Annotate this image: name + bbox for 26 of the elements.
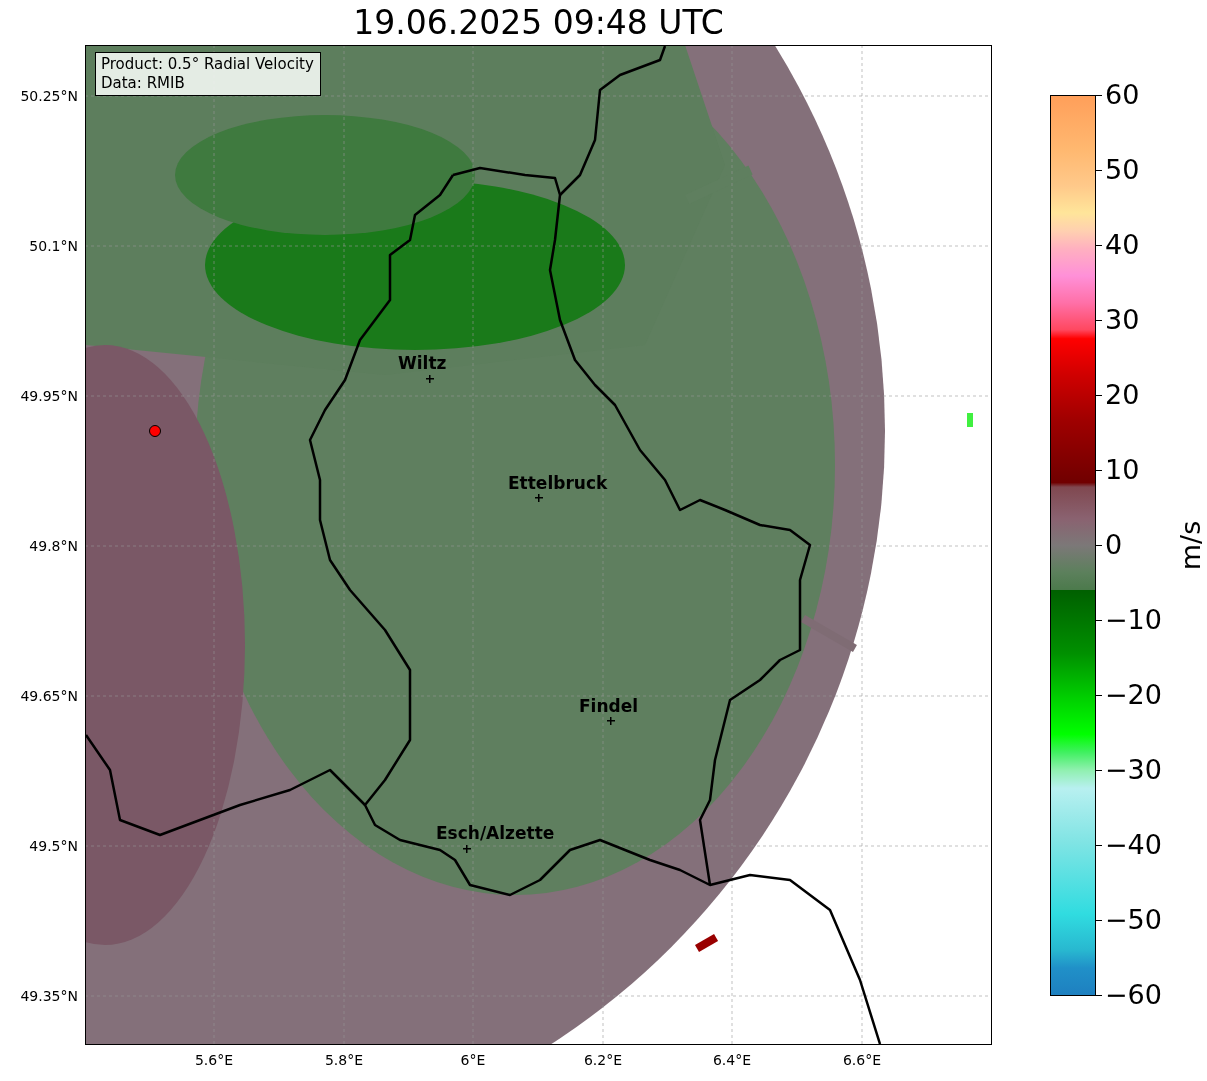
latitude-label: 50.1°N [29,238,78,254]
city-label: Wiltz [398,355,447,371]
city-label: Findel [579,698,639,714]
latitude-label: 49.35°N [20,988,78,1004]
info-text: Data: RMIB [101,74,186,93]
latitude-label: 49.8°N [29,538,78,554]
latitude-label: 49.5°N [29,838,78,854]
city-marker-icon [426,375,434,383]
city-marker-icon [463,845,471,853]
city-marker-icon [535,494,543,502]
colorbar-label: m/s [1175,520,1207,570]
longitude-label: 6.4°E [712,1052,752,1068]
latitude-label: 50.25°N [20,88,78,104]
longitude-label: 6°E [460,1052,486,1068]
info-text: Product: 0.5° Radial Velocity [101,55,314,74]
radar-site-icon [149,425,161,437]
city-label: Ettelbruck [508,475,608,491]
longitude-label: 5.8°E [324,1052,364,1068]
longitude-label: 6.6°E [842,1052,882,1068]
latitude-label: 49.65°N [20,688,78,704]
latitude-label: 49.95°N [20,388,78,404]
chart-title: 19.06.2025 09:48 UTC [353,2,724,44]
longitude-label: 5.6°E [194,1052,234,1068]
city-marker-icon [607,717,615,725]
longitude-label: 6.2°E [583,1052,623,1068]
city-label: Esch/Alzette [436,825,555,841]
